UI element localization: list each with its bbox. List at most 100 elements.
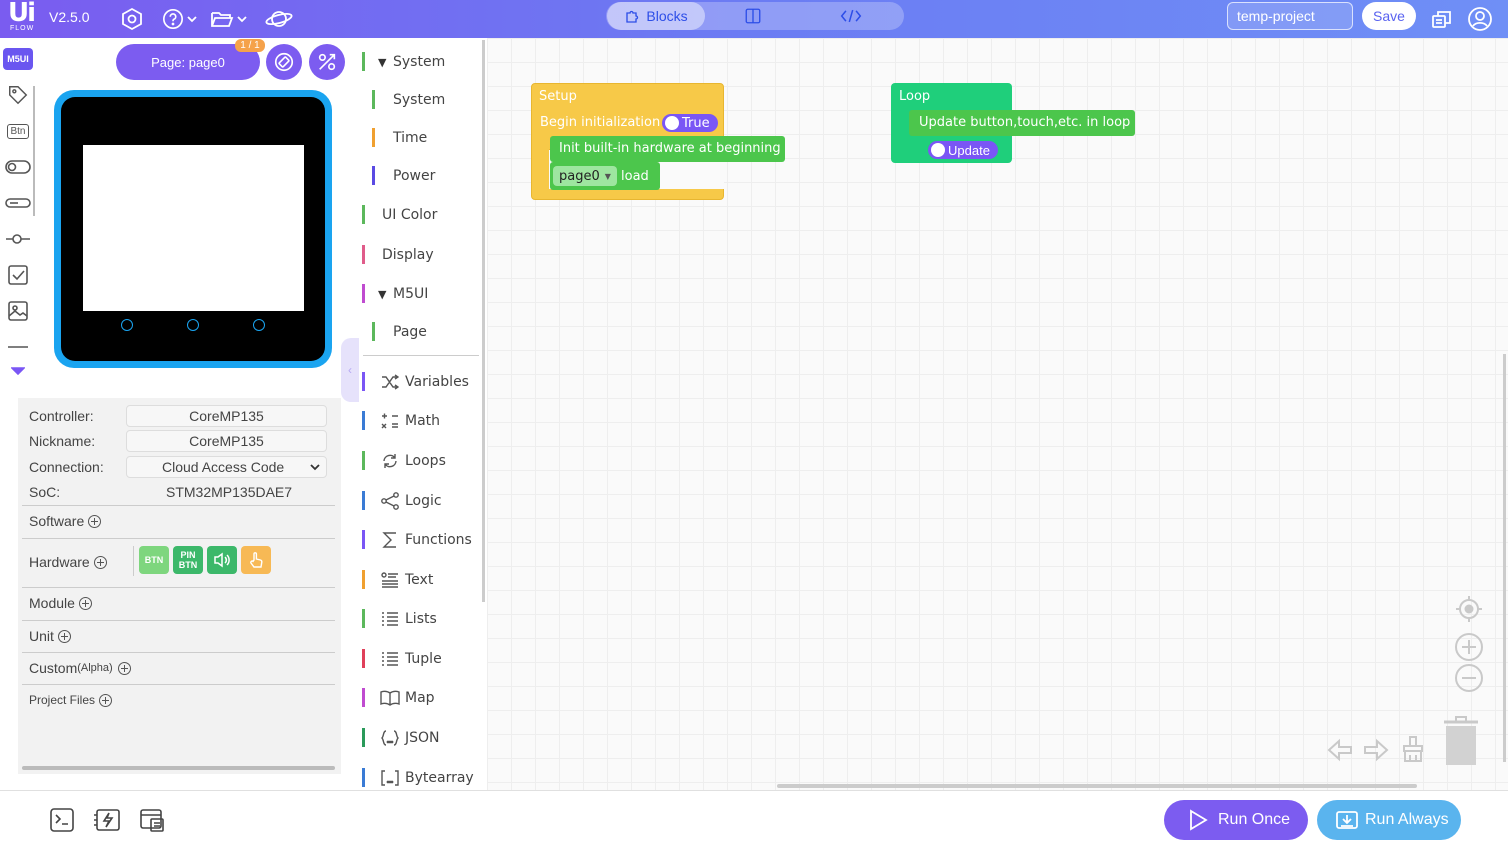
- tab-blocks-label: Blocks: [646, 8, 688, 24]
- planet-icon[interactable]: [265, 6, 293, 32]
- category-map[interactable]: Map: [362, 686, 480, 710]
- checkbox-widget-icon[interactable]: [4, 262, 32, 288]
- category-logic[interactable]: Logic: [362, 489, 480, 513]
- category-display[interactable]: Display: [362, 243, 480, 267]
- save-button[interactable]: Save: [1362, 2, 1416, 30]
- plus-circle-icon[interactable]: [99, 693, 113, 707]
- controller-label: Controller:: [29, 408, 94, 424]
- run-always-button[interactable]: Run Always: [1317, 800, 1461, 840]
- plus-circle-icon[interactable]: [78, 596, 92, 610]
- category-label: UI Color: [382, 207, 438, 223]
- logo-main-text: Ui: [8, 0, 36, 28]
- line-widget-icon[interactable]: [4, 334, 32, 360]
- redo-icon[interactable]: [1363, 738, 1389, 767]
- category-math[interactable]: Math: [362, 409, 480, 433]
- rotate-screen-button[interactable]: [266, 44, 302, 80]
- hardware-section[interactable]: Hardware: [29, 554, 107, 570]
- category-bytearray[interactable]: Bytearray: [362, 766, 480, 790]
- category-ui-color[interactable]: UI Color: [362, 203, 480, 227]
- category-tuple[interactable]: Tuple: [362, 647, 480, 671]
- switch-widget-icon[interactable]: [4, 154, 32, 180]
- project-files-section[interactable]: Project Files: [29, 693, 113, 707]
- init-hardware-block[interactable]: Init built-in hardware at beginning: [550, 136, 785, 162]
- scroll-down-arrow-icon[interactable]: [4, 362, 32, 380]
- hardware-touch-tile[interactable]: [241, 546, 271, 574]
- plus-circle-icon[interactable]: [93, 555, 107, 569]
- info-panel-scrollbar[interactable]: [22, 766, 335, 770]
- module-section[interactable]: Module: [29, 595, 92, 611]
- category-lists[interactable]: Lists: [362, 607, 480, 631]
- device-screen[interactable]: [83, 145, 304, 311]
- hardware-pin-btn-tile[interactable]: PIN BTN: [173, 546, 203, 574]
- firmware-flash-icon[interactable]: [93, 807, 123, 833]
- category-time[interactable]: Time: [372, 126, 480, 150]
- device-manager-icon[interactable]: [1430, 6, 1454, 32]
- hardware-speaker-tile[interactable]: [207, 546, 237, 574]
- button-widget[interactable]: Btn: [4, 118, 32, 144]
- recenter-icon[interactable]: [1455, 595, 1483, 628]
- settings-hex-icon[interactable]: [120, 6, 144, 32]
- unit-section[interactable]: Unit: [29, 628, 71, 644]
- plus-circle-icon[interactable]: [117, 661, 131, 675]
- chevron-left-icon: ‹: [348, 363, 352, 377]
- custom-section[interactable]: Custom (Alpha): [29, 660, 131, 676]
- category-variables[interactable]: Variables: [362, 370, 480, 394]
- bar-widget-icon[interactable]: [4, 190, 32, 216]
- category-m5ui-group[interactable]: ▼ M5UI: [362, 282, 480, 306]
- category-text[interactable]: Text: [362, 568, 480, 592]
- folder-menu[interactable]: [210, 6, 248, 32]
- page-load-block[interactable]: page0 ▼ load: [550, 162, 660, 190]
- theme-tools-button[interactable]: [309, 44, 345, 80]
- cleanup-broom-icon[interactable]: [1401, 735, 1425, 768]
- image-widget-icon[interactable]: [4, 298, 32, 324]
- zoom-in-icon[interactable]: [1454, 632, 1484, 667]
- chevron-down-icon: [187, 16, 197, 23]
- page-dropdown-value: page0: [559, 168, 600, 184]
- controller-value: CoreMP135: [126, 405, 327, 427]
- category-loops[interactable]: Loops: [362, 449, 480, 473]
- category-power[interactable]: Power: [372, 164, 480, 188]
- device-button-b[interactable]: [187, 319, 199, 331]
- tab-blocks[interactable]: Blocks: [607, 2, 705, 30]
- category-color-bar: [362, 205, 365, 224]
- run-once-button[interactable]: Run Once: [1164, 800, 1308, 840]
- nickname-value[interactable]: CoreMP135: [126, 430, 327, 452]
- update-toggle[interactable]: Update: [928, 141, 998, 159]
- collapse-panel-handle[interactable]: ‹: [341, 338, 359, 402]
- device-files-icon[interactable]: [139, 807, 165, 833]
- divider: [22, 684, 335, 685]
- category-page[interactable]: Page: [372, 320, 480, 344]
- toolbar-scrollbar[interactable]: [33, 86, 35, 216]
- category-system[interactable]: System: [372, 88, 480, 112]
- category-scrollbar[interactable]: [482, 40, 485, 602]
- slider-widget-icon[interactable]: [4, 226, 32, 252]
- tab-code[interactable]: [834, 2, 868, 30]
- plus-circle-icon[interactable]: [57, 629, 71, 643]
- zoom-out-icon[interactable]: [1454, 663, 1484, 698]
- category-color-bar: [362, 728, 365, 747]
- trash-icon[interactable]: [1441, 714, 1481, 771]
- help-menu[interactable]: [162, 6, 198, 32]
- device-button-a[interactable]: [121, 319, 133, 331]
- m5ui-widgets-button[interactable]: M5UI: [3, 48, 33, 70]
- device-button-c[interactable]: [253, 319, 265, 331]
- blocks-workspace[interactable]: Setup Begin initialization True Init bui…: [487, 38, 1508, 790]
- hardware-btn-tile[interactable]: BTN: [139, 546, 169, 574]
- begin-initialization-toggle[interactable]: True: [662, 114, 718, 132]
- page-dropdown[interactable]: page0 ▼: [553, 166, 617, 186]
- user-avatar-icon[interactable]: [1467, 6, 1493, 32]
- undo-icon[interactable]: [1327, 738, 1353, 767]
- terminal-icon[interactable]: [49, 807, 75, 833]
- label-tag-icon[interactable]: [4, 82, 32, 108]
- category-functions[interactable]: Functions: [362, 528, 480, 552]
- category-json[interactable]: JSON: [362, 726, 480, 750]
- tab-split-view[interactable]: [736, 2, 770, 30]
- project-name-field[interactable]: temp-project: [1227, 2, 1353, 30]
- software-section[interactable]: Software: [29, 513, 102, 529]
- workspace-horizontal-scrollbar[interactable]: [777, 784, 1417, 788]
- workspace-vertical-scrollbar[interactable]: [1503, 354, 1506, 762]
- plus-circle-icon[interactable]: [88, 514, 102, 528]
- connection-select[interactable]: Cloud Access Code: [126, 456, 327, 478]
- update-loop-block[interactable]: Update button,touch,etc. in loop: [909, 110, 1135, 136]
- category-system-group[interactable]: ▼ System: [362, 50, 480, 74]
